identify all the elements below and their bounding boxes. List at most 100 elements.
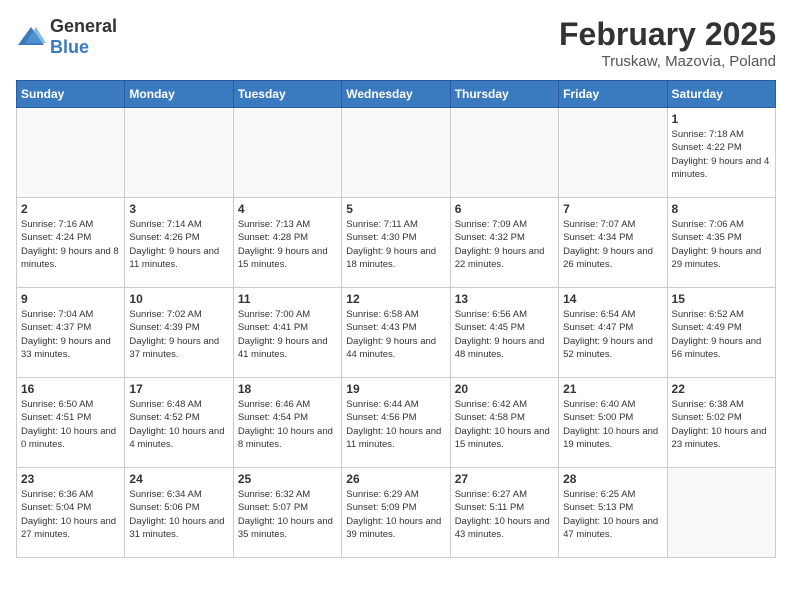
day-info: Sunrise: 6:52 AM Sunset: 4:49 PM Dayligh… [672,308,771,361]
calendar-cell: 9 Sunrise: 7:04 AM Sunset: 4:37 PM Daylig… [17,288,125,378]
calendar-cell: 17Sunrise: 6:48 AM Sunset: 4:52 PM Dayli… [125,378,233,468]
calendar-cell: 8 Sunrise: 7:06 AM Sunset: 4:35 PM Daylig… [667,198,775,288]
day-info: Sunrise: 6:54 AM Sunset: 4:47 PM Dayligh… [563,308,662,361]
day-number: 5 [346,202,445,216]
column-header-saturday: Saturday [667,81,775,108]
day-number: 14 [563,292,662,306]
day-info: Sunrise: 6:42 AM Sunset: 4:58 PM Dayligh… [455,398,554,451]
day-info: Sunrise: 6:34 AM Sunset: 5:06 PM Dayligh… [129,488,228,541]
logo-general: General [50,16,117,36]
calendar-cell [125,108,233,198]
day-info: Sunrise: 6:56 AM Sunset: 4:45 PM Dayligh… [455,308,554,361]
calendar-cell [342,108,450,198]
day-number: 13 [455,292,554,306]
day-number: 22 [672,382,771,396]
day-number: 2 [21,202,120,216]
calendar-cell: 11Sunrise: 7:00 AM Sunset: 4:41 PM Dayli… [233,288,341,378]
calendar-week-row: 2 Sunrise: 7:16 AM Sunset: 4:24 PM Daylig… [17,198,776,288]
calendar-cell: 1Sunrise: 7:18 AM Sunset: 4:22 PM Daylig… [667,108,775,198]
calendar-cell: 19 Sunrise: 6:44 AM Sunset: 4:56 PM Dayli… [342,378,450,468]
calendar-subtitle: Truskaw, Mazovia, Poland [559,53,776,70]
calendar-cell: 21Sunrise: 6:40 AM Sunset: 5:00 PM Dayli… [559,378,667,468]
day-number: 15 [672,292,771,306]
day-number: 18 [238,382,337,396]
calendar-cell: 24 Sunrise: 6:34 AM Sunset: 5:06 PM Dayli… [125,468,233,558]
day-number: 20 [455,382,554,396]
day-info: Sunrise: 7:04 AM Sunset: 4:37 PM Dayligh… [21,308,120,361]
day-number: 19 [346,382,445,396]
day-info: Sunrise: 7:16 AM Sunset: 4:24 PM Dayligh… [21,218,120,271]
calendar-cell: 18 Sunrise: 6:46 AM Sunset: 4:54 PM Dayli… [233,378,341,468]
calendar-cell: 25Sunrise: 6:32 AM Sunset: 5:07 PM Dayli… [233,468,341,558]
calendar-cell: 12Sunrise: 6:58 AM Sunset: 4:43 PM Dayli… [342,288,450,378]
calendar-cell: 16Sunrise: 6:50 AM Sunset: 4:51 PM Dayli… [17,378,125,468]
day-number: 24 [129,472,228,486]
day-number: 27 [455,472,554,486]
day-number: 10 [129,292,228,306]
day-info: Sunrise: 6:44 AM Sunset: 4:56 PM Dayligh… [346,398,445,451]
calendar-week-row: 23 Sunrise: 6:36 AM Sunset: 5:04 PM Dayli… [17,468,776,558]
column-header-wednesday: Wednesday [342,81,450,108]
calendar-week-row: 9 Sunrise: 7:04 AM Sunset: 4:37 PM Daylig… [17,288,776,378]
day-number: 28 [563,472,662,486]
calendar-cell: 15 Sunrise: 6:52 AM Sunset: 4:49 PM Dayli… [667,288,775,378]
column-header-sunday: Sunday [17,81,125,108]
day-info: Sunrise: 6:25 AM Sunset: 5:13 PM Dayligh… [563,488,662,541]
day-info: Sunrise: 7:09 AM Sunset: 4:32 PM Dayligh… [455,218,554,271]
calendar-week-row: 16Sunrise: 6:50 AM Sunset: 4:51 PM Dayli… [17,378,776,468]
logo: General Blue [16,16,117,58]
day-number: 8 [672,202,771,216]
day-number: 23 [21,472,120,486]
calendar-cell [17,108,125,198]
calendar-cell [233,108,341,198]
calendar-cell: 6 Sunrise: 7:09 AM Sunset: 4:32 PM Daylig… [450,198,558,288]
calendar-cell: 14 Sunrise: 6:54 AM Sunset: 4:47 PM Dayli… [559,288,667,378]
calendar-week-row: 1Sunrise: 7:18 AM Sunset: 4:22 PM Daylig… [17,108,776,198]
calendar-cell: 27 Sunrise: 6:27 AM Sunset: 5:11 PM Dayli… [450,468,558,558]
column-header-friday: Friday [559,81,667,108]
calendar-title: February 2025 [559,16,776,53]
calendar-table: SundayMondayTuesdayWednesdayThursdayFrid… [16,80,776,558]
column-header-monday: Monday [125,81,233,108]
day-number: 3 [129,202,228,216]
calendar-cell: 10 Sunrise: 7:02 AM Sunset: 4:39 PM Dayli… [125,288,233,378]
day-info: Sunrise: 7:07 AM Sunset: 4:34 PM Dayligh… [563,218,662,271]
logo-blue: Blue [50,37,89,57]
calendar-cell: 26 Sunrise: 6:29 AM Sunset: 5:09 PM Dayli… [342,468,450,558]
day-info: Sunrise: 7:00 AM Sunset: 4:41 PM Dayligh… [238,308,337,361]
calendar-cell: 22 Sunrise: 6:38 AM Sunset: 5:02 PM Dayli… [667,378,775,468]
header: General Blue February 2025 Truskaw, Mazo… [16,16,776,70]
day-info: Sunrise: 6:36 AM Sunset: 5:04 PM Dayligh… [21,488,120,541]
calendar-cell [667,468,775,558]
day-info: Sunrise: 7:18 AM Sunset: 4:22 PM Dayligh… [672,128,771,181]
day-number: 6 [455,202,554,216]
calendar-header-row: SundayMondayTuesdayWednesdayThursdayFrid… [17,81,776,108]
day-number: 9 [21,292,120,306]
day-number: 12 [346,292,445,306]
calendar-cell: 5 Sunrise: 7:11 AM Sunset: 4:30 PM Daylig… [342,198,450,288]
day-number: 7 [563,202,662,216]
calendar-cell: 23 Sunrise: 6:36 AM Sunset: 5:04 PM Dayli… [17,468,125,558]
calendar-cell: 7 Sunrise: 7:07 AM Sunset: 4:34 PM Daylig… [559,198,667,288]
day-info: Sunrise: 7:06 AM Sunset: 4:35 PM Dayligh… [672,218,771,271]
day-info: Sunrise: 6:27 AM Sunset: 5:11 PM Dayligh… [455,488,554,541]
column-header-tuesday: Tuesday [233,81,341,108]
day-info: Sunrise: 7:13 AM Sunset: 4:28 PM Dayligh… [238,218,337,271]
day-info: Sunrise: 6:50 AM Sunset: 4:51 PM Dayligh… [21,398,120,451]
title-area: February 2025 Truskaw, Mazovia, Poland [559,16,776,70]
day-number: 25 [238,472,337,486]
day-info: Sunrise: 7:11 AM Sunset: 4:30 PM Dayligh… [346,218,445,271]
day-info: Sunrise: 6:46 AM Sunset: 4:54 PM Dayligh… [238,398,337,451]
day-number: 26 [346,472,445,486]
calendar-cell: 13 Sunrise: 6:56 AM Sunset: 4:45 PM Dayli… [450,288,558,378]
day-number: 17 [129,382,228,396]
day-info: Sunrise: 7:14 AM Sunset: 4:26 PM Dayligh… [129,218,228,271]
day-info: Sunrise: 7:02 AM Sunset: 4:39 PM Dayligh… [129,308,228,361]
calendar-cell [450,108,558,198]
day-number: 21 [563,382,662,396]
calendar-cell [559,108,667,198]
day-info: Sunrise: 6:29 AM Sunset: 5:09 PM Dayligh… [346,488,445,541]
day-info: Sunrise: 6:38 AM Sunset: 5:02 PM Dayligh… [672,398,771,451]
day-number: 4 [238,202,337,216]
logo-icon [16,25,46,49]
